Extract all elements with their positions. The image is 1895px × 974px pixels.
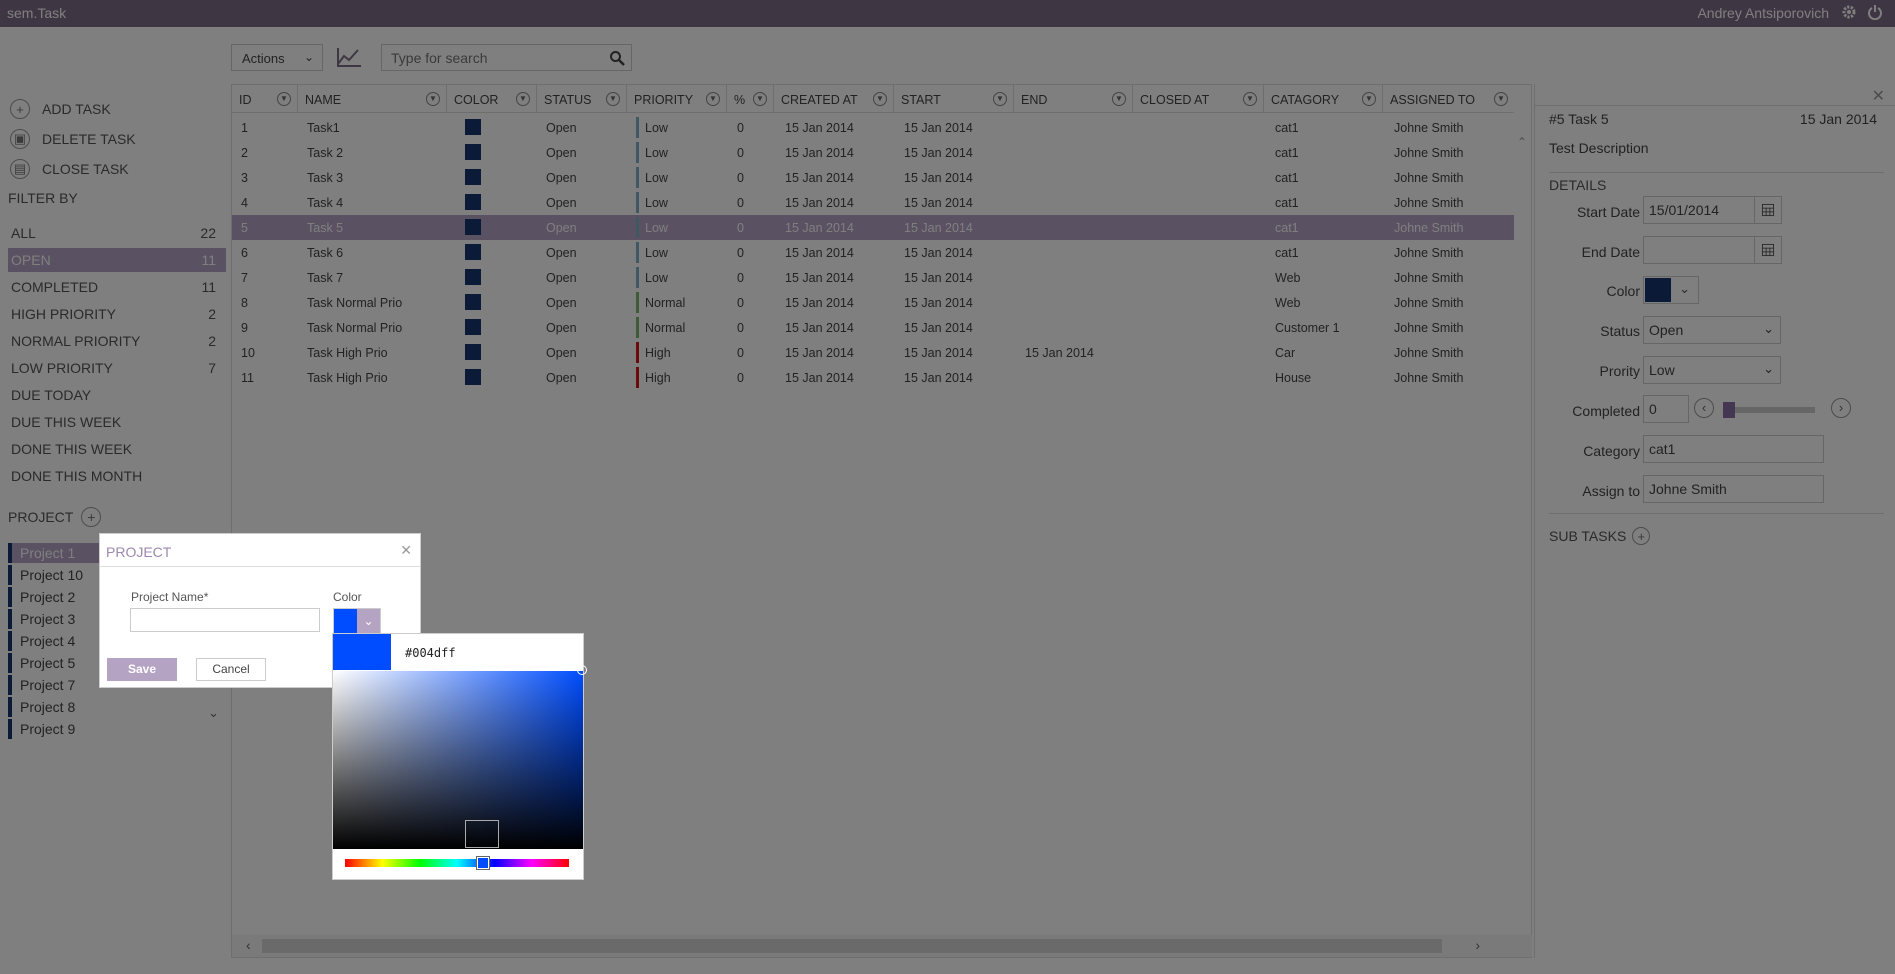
project-name-input[interactable] — [130, 608, 320, 632]
project-name-label: Project Name* — [131, 590, 209, 604]
chevron-down-icon: ⌄ — [357, 609, 380, 633]
color-label: Color — [333, 590, 362, 604]
hue-slider[interactable] — [345, 859, 569, 867]
hex-value[interactable]: #004dff — [405, 646, 456, 660]
color-preview — [333, 634, 391, 670]
saturation-cursor[interactable] — [577, 665, 587, 675]
saturation-value-area[interactable] — [333, 671, 583, 849]
hue-slider-thumb[interactable] — [476, 856, 490, 870]
color-picker-button[interactable]: ⌄ — [333, 608, 381, 634]
color-swatch — [334, 609, 358, 633]
divider — [100, 566, 420, 567]
saturation-hover-box — [465, 820, 499, 848]
save-button[interactable]: Save — [107, 658, 177, 681]
close-icon[interactable]: ✕ — [400, 542, 412, 559]
color-picker-popup: #004dff — [332, 633, 587, 880]
cancel-button[interactable]: Cancel — [196, 658, 266, 681]
modal-overlay[interactable] — [0, 0, 1895, 974]
dialog-title: PROJECT — [106, 544, 172, 560]
